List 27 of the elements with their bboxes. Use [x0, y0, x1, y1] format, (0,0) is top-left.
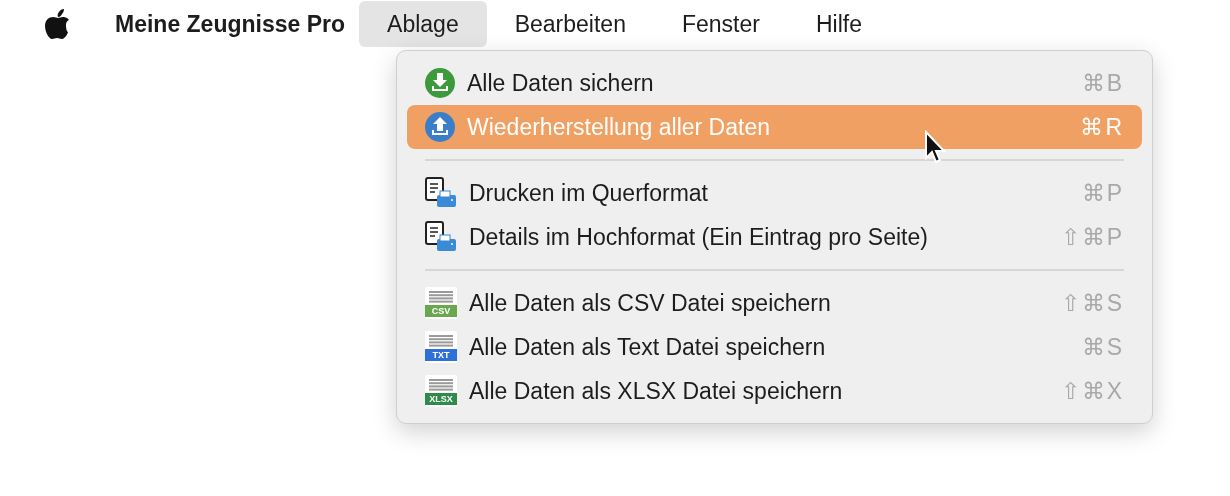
menu-item[interactable]: TXT Alle Daten als Text Datei speichern ⌘S [407, 325, 1142, 369]
shortcut-label: ⌘P [1081, 178, 1124, 208]
menu-item[interactable]: Details im Hochformat (Ein Eintrag pro Seite) ⇧⌘P [407, 215, 1142, 259]
shortcut-label: ⇧⌘S [1060, 288, 1124, 318]
menu-item[interactable]: Drucken im Querformat ⌘P [407, 171, 1142, 215]
app-name: Meine Zeugnisse Pro [115, 9, 346, 39]
download-icon [425, 68, 455, 98]
printer-icon [425, 221, 457, 253]
shortcut-label: ⌘R [1080, 112, 1124, 142]
spreadsheet-icon: CSV [425, 287, 457, 319]
shortcut-label: ⇧⌘X [1060, 376, 1124, 406]
menu-bar-item[interactable]: Ablage [359, 1, 487, 47]
apple-logo-icon[interactable] [43, 8, 71, 40]
shortcut-label: ⌘S [1081, 332, 1124, 362]
printer-icon [425, 177, 457, 209]
menu-bar-item[interactable]: Hilfe [787, 1, 890, 47]
spreadsheet-icon: TXT [425, 331, 457, 363]
spreadsheet-icon: XLSX [425, 375, 457, 407]
menu-bar-item[interactable]: Bearbeiten [486, 1, 654, 47]
shortcut-label: ⇧⌘P [1060, 222, 1124, 252]
menu-item[interactable]: Alle Daten sichern ⌘B [407, 61, 1142, 105]
menu-bar-item[interactable]: Fenster [653, 1, 788, 47]
menu-item[interactable]: XLSX Alle Daten als XLSX Datei speichern ⇧⌘X [407, 369, 1142, 413]
upload-icon [425, 112, 455, 142]
menu-item[interactable]: CSV Alle Daten als CSV Datei speichern ⇧⌘S [407, 281, 1142, 325]
shortcut-label: ⌘B [1081, 68, 1124, 98]
mouse-pointer-icon [924, 130, 948, 166]
